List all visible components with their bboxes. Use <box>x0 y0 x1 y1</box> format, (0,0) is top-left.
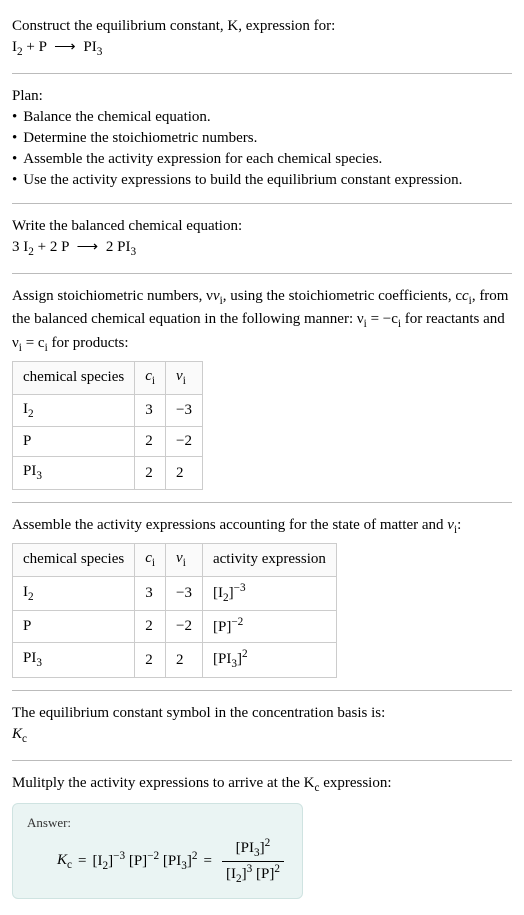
balanced-intro: Write the balanced chemical equation: <box>12 216 512 237</box>
cell-v: 2 <box>166 643 203 678</box>
cell-c: 2 <box>135 611 166 643</box>
cell-expr: [P]−2 <box>202 611 336 643</box>
col-v: νi <box>166 543 203 576</box>
stoich-section: Assign stoichiometric numbers, ννi, usin… <box>12 278 512 499</box>
cell-v: −3 <box>166 576 203 611</box>
activity-intro: Assemble the activity expressions accoun… <box>12 515 512 539</box>
table-row: P 2 −2 [P]−2 <box>13 611 337 643</box>
cell-v: −2 <box>166 611 203 643</box>
col-c: ci <box>135 361 166 394</box>
cell-species: PI3 <box>13 457 135 490</box>
col-expr: activity expression <box>202 543 336 576</box>
cell-c: 2 <box>135 457 166 490</box>
cell-c: 3 <box>135 576 166 611</box>
kc-lhs: Kc <box>57 850 72 874</box>
fraction-numerator: [PI3]2 <box>222 836 284 863</box>
divider <box>12 502 512 503</box>
table-row: PI3 2 2 [PI3]2 <box>13 643 337 678</box>
plan-item: Determine the stoichiometric numbers. <box>12 128 512 149</box>
plan-item-text: Balance the chemical equation. <box>23 107 210 128</box>
cell-c: 2 <box>135 643 166 678</box>
stoich-table: chemical species ci νi I2 3 −3 P 2 −2 PI… <box>12 361 203 490</box>
cell-species: I2 <box>13 394 135 427</box>
plan-item: Use the activity expressions to build th… <box>12 170 512 191</box>
col-species: chemical species <box>13 361 135 394</box>
table-header-row: chemical species ci νi <box>13 361 203 394</box>
plan-item: Balance the chemical equation. <box>12 107 512 128</box>
cell-v: −3 <box>166 394 203 427</box>
plan-item-text: Use the activity expressions to build th… <box>23 170 462 191</box>
cell-species: PI3 <box>13 643 135 678</box>
kc-symbol: Kc <box>12 724 512 748</box>
activity-section: Assemble the activity expressions accoun… <box>12 507 512 686</box>
stoich-intro: Assign stoichiometric numbers, ννi, usin… <box>12 286 512 357</box>
cell-c: 3 <box>135 394 166 427</box>
divider <box>12 760 512 761</box>
cell-expr: [I2]−3 <box>202 576 336 611</box>
table-row: I2 3 −3 <box>13 394 203 427</box>
kc-expression: Kc = [I2]−3 [P]−2 [PI3]2 = [PI3]2 [I2]3 … <box>27 836 288 889</box>
plan-section: Plan: Balance the chemical equation. Det… <box>12 78 512 199</box>
col-c: ci <box>135 543 166 576</box>
table-header-row: chemical species ci νi activity expressi… <box>13 543 337 576</box>
plan-item-text: Determine the stoichiometric numbers. <box>23 128 257 149</box>
equals: = <box>78 851 86 872</box>
multiply-section: Mulitply the activity expressions to arr… <box>12 765 512 907</box>
kc-flat: [I2]−3 [P]−2 [PI3]2 <box>92 849 197 875</box>
table-row: PI3 2 2 <box>13 457 203 490</box>
fraction-denominator: [I2]3 [P]2 <box>222 862 284 888</box>
cell-species: P <box>13 427 135 457</box>
plan-list: Balance the chemical equation. Determine… <box>12 107 512 191</box>
divider <box>12 273 512 274</box>
answer-label: Answer: <box>27 814 288 832</box>
cell-expr: [PI3]2 <box>202 643 336 678</box>
plan-item-text: Assemble the activity expression for eac… <box>23 149 382 170</box>
activity-table: chemical species ci νi activity expressi… <box>12 543 337 678</box>
equals: = <box>204 851 212 872</box>
answer-box: Answer: Kc = [I2]−3 [P]−2 [PI3]2 = [PI3]… <box>12 803 303 900</box>
cell-species: P <box>13 611 135 643</box>
cell-c: 2 <box>135 427 166 457</box>
cell-species: I2 <box>13 576 135 611</box>
problem-intro-text: Construct the equilibrium constant, K, e… <box>12 18 335 34</box>
divider <box>12 73 512 74</box>
kc-symbol-intro: The equilibrium constant symbol in the c… <box>12 703 512 724</box>
balanced-equation: 3 I2 + 2 P ⟶ 2 PI3 <box>12 237 512 261</box>
unbalanced-equation: I2 + P ⟶ PI3 <box>12 37 512 61</box>
cell-v: 2 <box>166 457 203 490</box>
divider <box>12 690 512 691</box>
table-row: I2 3 −3 [I2]−3 <box>13 576 337 611</box>
table-row: P 2 −2 <box>13 427 203 457</box>
col-species: chemical species <box>13 543 135 576</box>
divider <box>12 203 512 204</box>
plan-item: Assemble the activity expression for eac… <box>12 149 512 170</box>
balanced-section: Write the balanced chemical equation: 3 … <box>12 208 512 269</box>
problem-statement: Construct the equilibrium constant, K, e… <box>12 8 512 69</box>
plan-title: Plan: <box>12 86 512 107</box>
kc-fraction: [PI3]2 [I2]3 [P]2 <box>222 836 284 889</box>
problem-intro: Construct the equilibrium constant, K, e… <box>12 16 512 37</box>
multiply-intro: Mulitply the activity expressions to arr… <box>12 773 512 797</box>
cell-v: −2 <box>166 427 203 457</box>
col-v: νi <box>166 361 203 394</box>
kc-symbol-section: The equilibrium constant symbol in the c… <box>12 695 512 756</box>
